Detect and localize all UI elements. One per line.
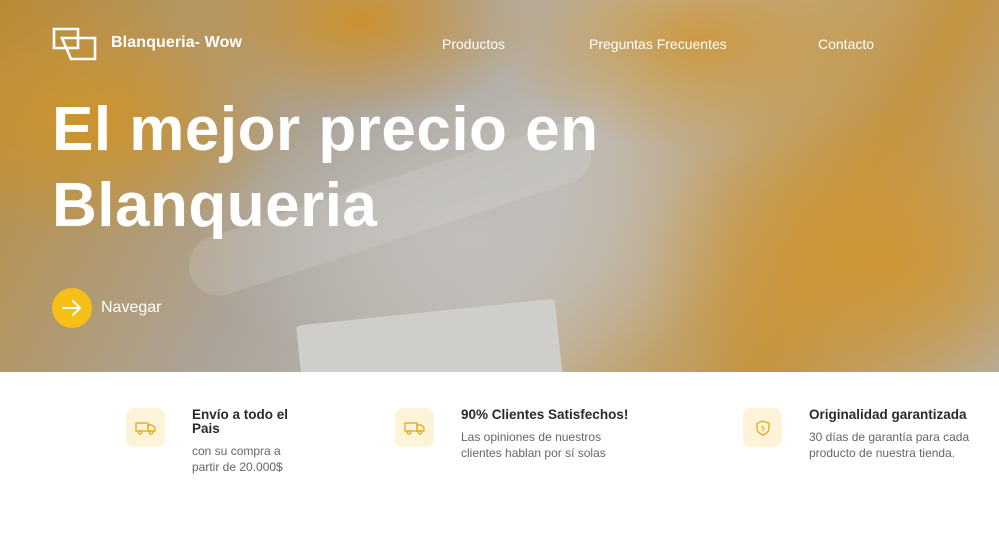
feature-description-line-2: partir de 20.000$ xyxy=(192,460,283,474)
truck-icon xyxy=(126,408,165,447)
feature-title-line-1: 90% Clientes Satisfechos! xyxy=(461,407,629,422)
navegar-label[interactable]: Navegar xyxy=(101,299,161,317)
top-navigation: Blanqueria- Wow Productos Preguntas Frec… xyxy=(0,0,999,88)
svg-text:$: $ xyxy=(760,424,764,432)
feature-description-line-1: Las opiniones de nuestros xyxy=(461,430,602,444)
nav-link-productos[interactable]: Productos xyxy=(442,36,505,52)
feature-description-line-1: 30 días de garantía para cada xyxy=(809,430,970,444)
arrow-right-icon[interactable] xyxy=(52,288,92,328)
nav-link-contacto[interactable]: Contacto xyxy=(818,36,874,52)
feature-description: con su compra a partir de 20.000$ xyxy=(192,443,283,475)
feature-title: 90% Clientes Satisfechos! xyxy=(461,408,628,422)
feature-title: Originalidad garantizada xyxy=(809,408,967,422)
logo-icon[interactable] xyxy=(52,27,98,62)
feature-description-line-2: clientes hablan por sí solas xyxy=(461,446,606,460)
feature-description: Las opiniones de nuestros clientes habla… xyxy=(461,429,606,461)
brand-name[interactable]: Blanqueria- Wow xyxy=(111,34,242,52)
hero-background-paper xyxy=(296,298,564,372)
navegar-button[interactable]: Navegar xyxy=(52,288,161,328)
hero-headline-line-2: Blanqueria xyxy=(52,171,378,240)
truck-icon xyxy=(395,408,434,447)
hero-headline: El mejor precio en Blanqueria xyxy=(52,92,599,244)
hero-headline-line-1: El mejor precio en xyxy=(52,95,599,164)
feature-description: 30 días de garantía para cada producto d… xyxy=(809,429,969,461)
feature-title-line-1: Originalidad garantizada xyxy=(809,407,967,422)
nav-link-preguntas-frecuentes[interactable]: Preguntas Frecuentes xyxy=(589,36,727,52)
feature-description-line-1: con su compra a xyxy=(192,444,281,458)
feature-description-line-2: producto de nuestra tienda. xyxy=(809,446,956,460)
feature-title: Envío a todo el Pais xyxy=(192,408,288,436)
feature-title-line-2: Pais xyxy=(192,421,220,436)
feature-title-line-1: Envío a todo el xyxy=(192,407,289,422)
shield-dollar-icon: $ xyxy=(743,408,782,447)
